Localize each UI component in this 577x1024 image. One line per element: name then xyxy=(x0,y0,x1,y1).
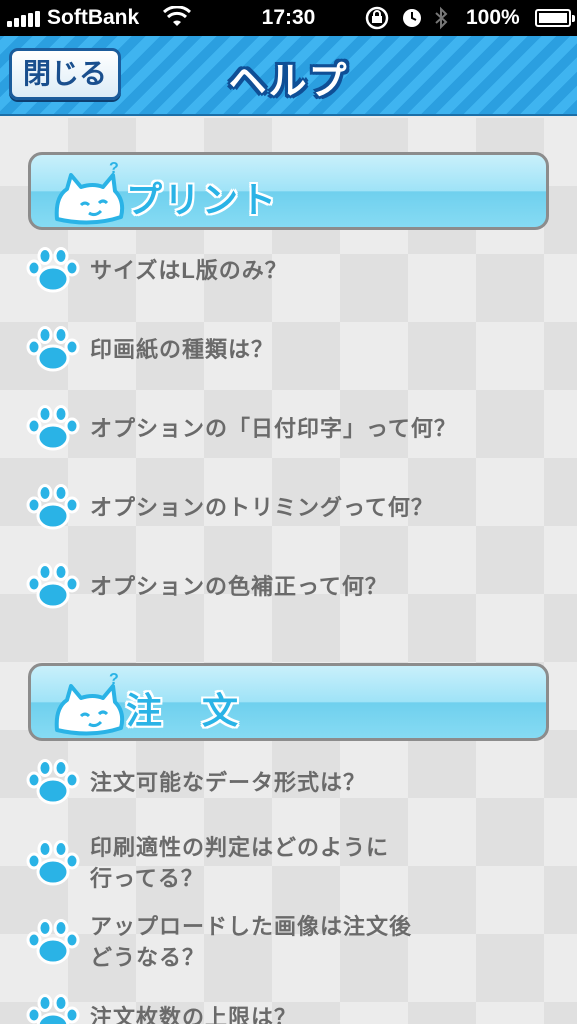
list-item[interactable]: オプションのトリミングって何？ xyxy=(26,483,566,531)
paw-icon xyxy=(26,483,80,531)
paw-icon xyxy=(26,993,80,1024)
paw-icon xyxy=(26,758,80,806)
list-item[interactable]: オプションの色補正って何？ xyxy=(26,562,566,610)
list-item[interactable]: 印画紙の種類は？ xyxy=(26,325,566,373)
list-item-label: オプションのトリミングって何？ xyxy=(90,494,434,520)
paw-icon xyxy=(26,404,80,452)
battery-icon xyxy=(535,9,575,27)
list-item-label: サイズはL版のみ？ xyxy=(90,257,288,283)
page-title: ヘルプ xyxy=(228,61,349,103)
paw-icon xyxy=(26,325,80,373)
navigation-bar: 閉じる ヘルプ xyxy=(0,36,577,116)
list-item-label: 印画紙の種類は？ xyxy=(90,336,275,362)
status-bar: SoftBank 17:30 100% xyxy=(0,0,577,36)
paw-icon xyxy=(26,918,80,966)
section-title: 注 文 xyxy=(126,690,241,731)
list-item-label: オプションの「日付印字」って何？ xyxy=(90,415,457,441)
help-list[interactable]: ? プリント サイズはL版のみ？ 印画紙の種類は？ オプションの「日付印字」って… xyxy=(0,118,577,1024)
svg-text:?: ? xyxy=(109,161,119,177)
battery-percent: 100% xyxy=(466,6,520,29)
list-item-label: 注文可能なデータ形式は？ xyxy=(90,769,367,795)
bluetooth-icon xyxy=(434,6,448,36)
list-item-label: アップロードした画像は注文後 どうなる？ xyxy=(90,914,413,970)
paw-icon xyxy=(26,839,80,887)
paw-icon xyxy=(26,562,80,610)
rotation-lock-icon xyxy=(364,6,390,36)
paw-icon xyxy=(26,246,80,294)
list-item-label: 印刷適性の判定はどのように 行ってる？ xyxy=(90,835,390,891)
cat-question-icon: ? xyxy=(51,671,131,738)
list-item[interactable]: アップロードした画像は注文後 どうなる？ xyxy=(26,911,566,973)
alarm-icon xyxy=(401,6,423,36)
list-item[interactable]: 注文枚数の上限は？ xyxy=(26,993,566,1024)
list-item-label: 注文枚数の上限は？ xyxy=(90,1004,298,1024)
section-header-order: ? 注 文 xyxy=(28,663,549,741)
svg-text:?: ? xyxy=(109,672,119,688)
list-item[interactable]: オプションの「日付印字」って何？ xyxy=(26,404,566,452)
list-item[interactable]: 印刷適性の判定はどのように 行ってる？ xyxy=(26,832,566,894)
list-item[interactable]: サイズはL版のみ？ xyxy=(26,246,566,294)
list-item-label: オプションの色補正って何？ xyxy=(90,573,388,599)
cat-question-icon: ? xyxy=(51,160,131,227)
section-header-print: ? プリント xyxy=(28,152,549,230)
list-item[interactable]: 注文可能なデータ形式は？ xyxy=(26,758,566,806)
section-title: プリント xyxy=(126,179,279,220)
